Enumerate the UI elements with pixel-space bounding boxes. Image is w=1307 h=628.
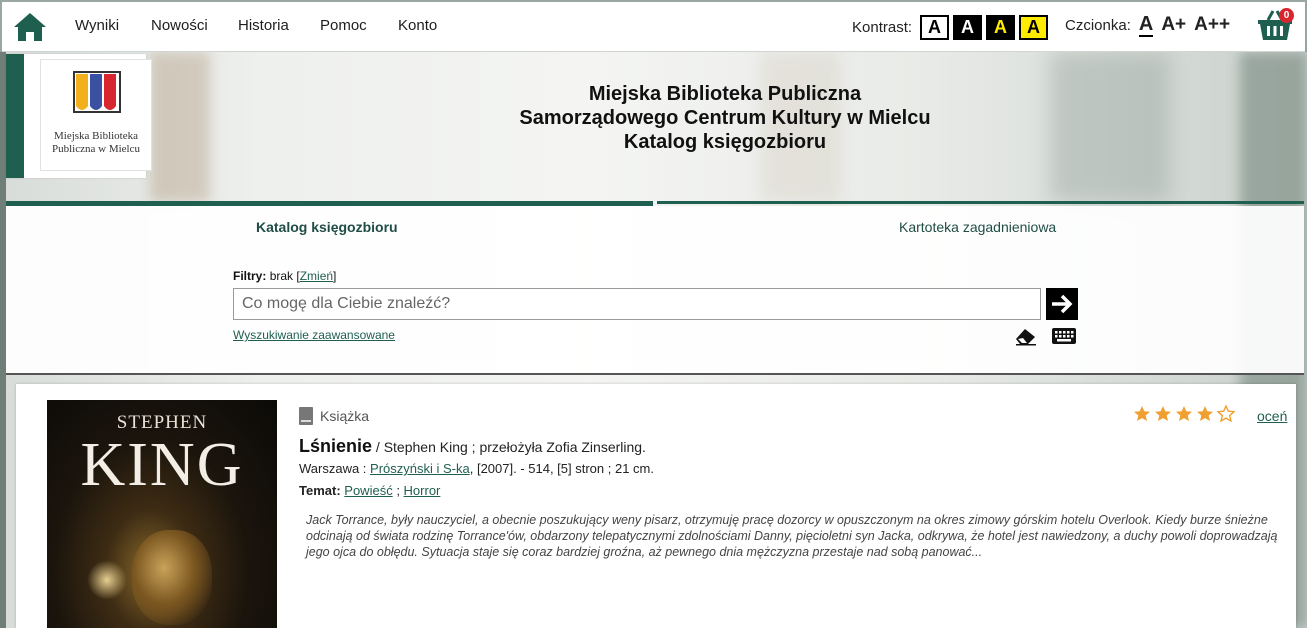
divider	[6, 373, 1304, 375]
material-type: Książka	[299, 407, 369, 425]
nav-historia[interactable]: Historia	[238, 17, 289, 34]
cart-button[interactable]: 0	[1256, 8, 1296, 44]
material-type-label: Książka	[320, 408, 370, 424]
nav-konto[interactable]: Konto	[398, 17, 437, 34]
tab-katalog[interactable]: Katalog księgozbioru	[256, 219, 398, 235]
tab-indicator-active	[6, 201, 653, 206]
font-size-large-button[interactable]: A+	[1161, 14, 1186, 36]
star-filled-icon[interactable]	[1154, 405, 1172, 422]
background-blur	[150, 52, 210, 202]
search-submit-button[interactable]	[1046, 288, 1078, 320]
result-description: Jack Torrance, były nauczyciel, a obecni…	[306, 513, 1278, 559]
subject-link[interactable]: Powieść	[344, 483, 392, 498]
publication-info: Warszawa : Prószyński i S-ka, [2007]. - …	[299, 461, 654, 476]
result-title-line: Lśnienie / Stephen King ; przełożyła Zof…	[299, 436, 646, 457]
nav-nowosci[interactable]: Nowości	[151, 17, 208, 34]
rate-link[interactable]: oceń	[1257, 408, 1287, 424]
publisher-link[interactable]: Prószyński i S-ka	[370, 461, 470, 476]
contrast-black-yellow-button[interactable]: A	[986, 15, 1016, 40]
book-cover[interactable]: STEPHEN KING	[47, 400, 277, 628]
keyboard-icon	[1052, 328, 1076, 344]
tab-kartoteka[interactable]: Kartoteka zagadnieniowa	[899, 219, 1056, 235]
subject-link[interactable]: Horror	[404, 483, 441, 498]
page-title: Miejska Biblioteka Publiczna Samorządowe…	[400, 82, 1050, 154]
virtual-keyboard-button[interactable]	[1051, 327, 1077, 350]
background-blur	[1050, 52, 1170, 202]
contrast-switcher: Kontrast: A A A A	[852, 15, 1049, 40]
filters-label: Filtry:	[233, 269, 267, 283]
cover-illustration	[87, 560, 127, 600]
nav-pomoc[interactable]: Pomoc	[320, 17, 367, 34]
filters-change-link[interactable]: Zmień	[300, 269, 333, 283]
logo-text: Miejska Biblioteka Publiczna w Mielcu	[52, 130, 140, 155]
star-filled-icon[interactable]	[1196, 405, 1214, 422]
contrast-default-button[interactable]: A	[920, 15, 950, 40]
font-size-normal-button[interactable]: A	[1138, 13, 1154, 37]
contrast-label: Kontrast:	[852, 19, 913, 36]
clear-search-button[interactable]	[1014, 326, 1038, 351]
search-input[interactable]	[233, 288, 1041, 320]
font-size-switcher: Czcionka: A A+ A++	[1065, 13, 1230, 37]
nav-wyniki[interactable]: Wyniki	[75, 17, 119, 34]
star-filled-icon[interactable]	[1133, 405, 1151, 422]
eraser-icon	[1016, 329, 1036, 346]
library-logo[interactable]: Miejska Biblioteka Publiczna w Mielcu	[6, 54, 152, 178]
advanced-search-link[interactable]: Wyszukiwanie zaawansowane	[233, 328, 395, 342]
home-icon	[14, 12, 46, 41]
subject-label: Temat:	[299, 483, 341, 498]
title-line-1: Miejska Biblioteka Publiczna	[588, 83, 862, 105]
cover-illustration	[132, 530, 212, 625]
font-size-label: Czcionka:	[1065, 16, 1131, 34]
arrow-right-icon	[1052, 294, 1073, 314]
rating-stars[interactable]	[1133, 405, 1235, 422]
cover-name-text: KING	[80, 431, 244, 499]
contrast-black-button[interactable]: A	[953, 15, 983, 40]
font-size-xlarge-button[interactable]: A++	[1194, 14, 1230, 36]
star-empty-icon[interactable]	[1217, 405, 1235, 422]
book-icon	[299, 407, 313, 425]
title-line-3: Katalog księgozbioru	[623, 131, 827, 153]
subject-line: Temat: Powieść ; Horror	[299, 483, 441, 498]
filters-value: brak	[269, 269, 294, 283]
star-filled-icon[interactable]	[1175, 405, 1193, 422]
cart-count-badge: 0	[1279, 8, 1294, 23]
home-button[interactable]	[12, 11, 48, 43]
result-responsibility: / Stephen King ; przełożyła Zofia Zinser…	[372, 439, 646, 455]
filters-line: Filtry: brak [Zmień]	[233, 269, 337, 283]
tab-indicator	[657, 201, 1304, 204]
logo-frame: Miejska Biblioteka Publiczna w Mielcu	[40, 59, 152, 171]
books-logo-icon	[73, 71, 121, 113]
result-title-link[interactable]: Lśnienie	[299, 436, 372, 456]
contrast-yellow-button[interactable]: A	[1019, 15, 1049, 40]
title-line-2: Samorządowego Centrum Kultury w Mielcu	[519, 107, 931, 129]
